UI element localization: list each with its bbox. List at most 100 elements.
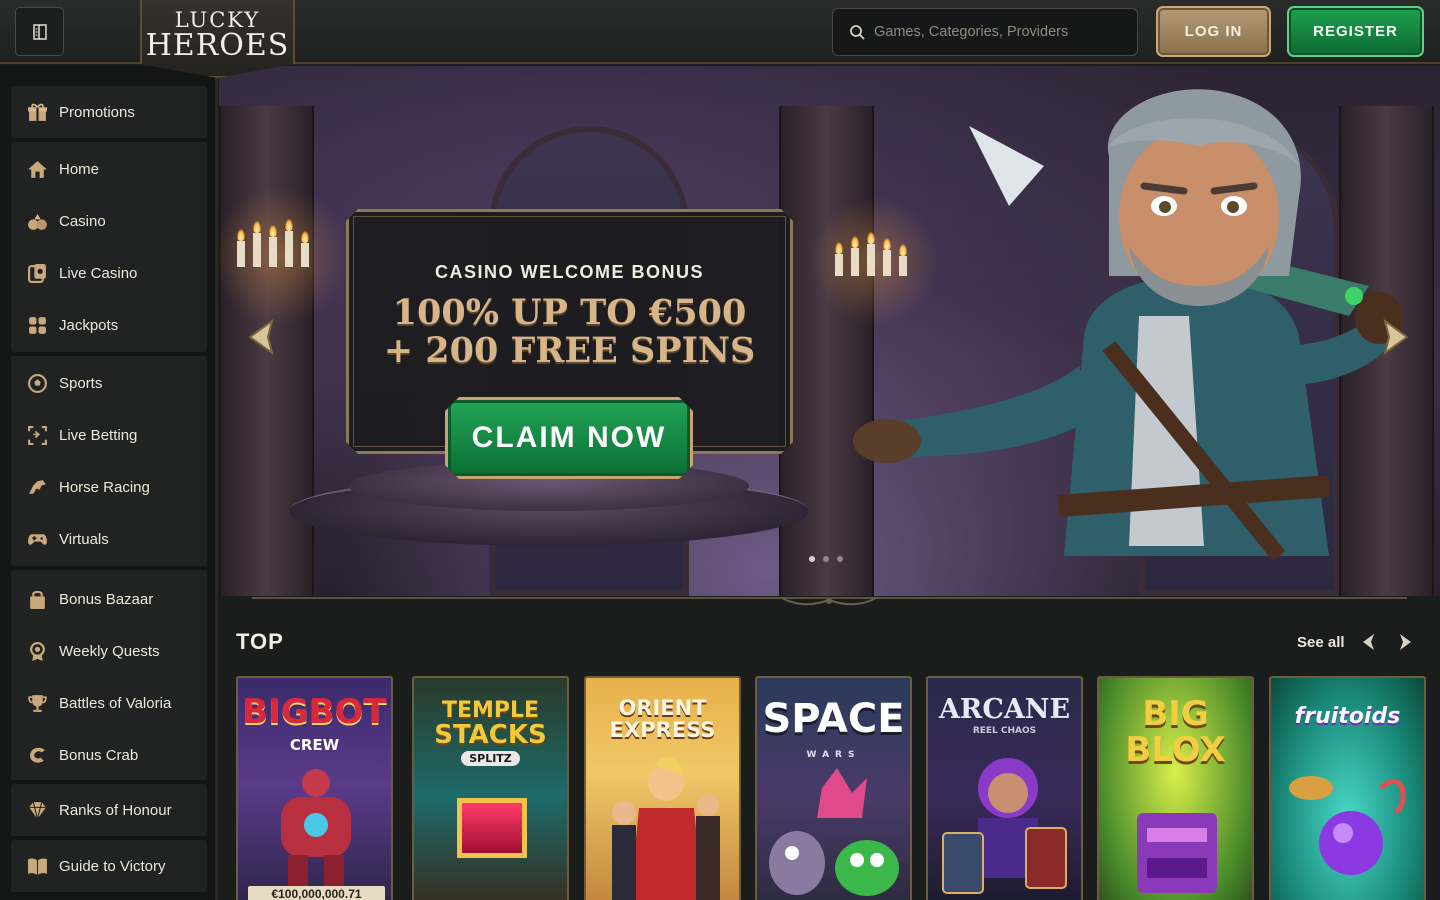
- sidebar-item-bonus-bazaar[interactable]: Bonus Bazaar: [11, 575, 207, 623]
- game-subtitle: REEL CHAOS: [972, 726, 1037, 736]
- sidebar-item-label: Live Betting: [59, 426, 138, 444]
- search-input[interactable]: [874, 24, 1114, 40]
- sidebar-item-label: Sports: [59, 374, 103, 392]
- candle: [237, 229, 245, 267]
- search-bar[interactable]: [832, 8, 1138, 56]
- badge-icon: [26, 640, 48, 662]
- sidebar-item-casino[interactable]: Casino: [11, 197, 207, 245]
- sidebar: Promotions Home Casino Live Casino Jackp…: [0, 66, 218, 900]
- game-subtitle: STACKS: [434, 720, 547, 750]
- promo-eyebrow: CASINO WELCOME BONUS: [434, 262, 704, 282]
- cards-icon: [26, 210, 48, 232]
- jackpot-icon: [26, 314, 48, 336]
- sidebar-item-label: Casino: [59, 212, 106, 230]
- game-card-big-blox[interactable]: BIG BLOX: [1097, 676, 1254, 900]
- game-title: ORIENT: [618, 696, 707, 720]
- carousel-next-button[interactable]: [1394, 631, 1416, 653]
- game-card-space-wars[interactable]: SPACE WARS: [755, 676, 912, 900]
- ruby-gem-illustration: [457, 798, 527, 858]
- sidebar-item-label: Home: [59, 160, 100, 178]
- book-icon: [26, 855, 48, 877]
- pagination-dot[interactable]: [837, 556, 843, 562]
- candle: [269, 225, 277, 267]
- sidebar-group-guide: Guide to Victory: [11, 840, 207, 892]
- pagination-dot[interactable]: [809, 556, 815, 562]
- section-title-top: TOP: [236, 629, 284, 654]
- aliens-illustration: [769, 768, 899, 896]
- game-card-fruitoids[interactable]: fruitoids: [1269, 676, 1426, 900]
- candle: [301, 231, 309, 267]
- gift-icon: [26, 101, 48, 123]
- gamepad-icon: [26, 528, 48, 550]
- ornament-divider: [252, 597, 1407, 606]
- crab-icon: [26, 744, 48, 766]
- banner-pagination: [809, 556, 843, 562]
- live-betting-icon: [26, 424, 48, 446]
- sidebar-toggle-button[interactable]: [15, 7, 64, 56]
- game-subtitle: WARS: [806, 750, 861, 760]
- banner-next-button[interactable]: [1376, 316, 1416, 358]
- sidebar-item-jackpots[interactable]: Jackpots: [11, 301, 207, 349]
- characters-illustration: [612, 757, 720, 900]
- sidebar-item-label: Virtuals: [59, 530, 109, 548]
- game-tag-label: SPLITZ: [461, 751, 520, 766]
- robot-illustration: [281, 769, 351, 893]
- sidebar-item-promotions[interactable]: Promotions: [11, 88, 207, 136]
- home-icon: [26, 158, 48, 180]
- diamond-icon: [26, 799, 48, 821]
- jackpot-amount: €100,000,000.71: [248, 886, 385, 900]
- sidebar-item-battles-of-valoria[interactable]: Battles of Valoria: [11, 679, 207, 727]
- sidebar-group-ranks: Ranks of Honour: [11, 784, 207, 836]
- sidebar-item-guide-to-victory[interactable]: Guide to Victory: [11, 842, 207, 890]
- game-title: fruitoids: [1294, 704, 1401, 729]
- game-card-arcane-reel-chaos[interactable]: ARCANE REEL CHAOS: [926, 676, 1083, 900]
- sidebar-group-casino: Home Casino Live Casino Jackpots: [11, 142, 207, 352]
- logo-line-2: HEROES: [145, 28, 290, 63]
- shopping-bag-icon: [26, 588, 48, 610]
- site-logo[interactable]: LUCKY HEROES: [140, 0, 295, 78]
- game-card-temple-stacks[interactable]: TEMPLE STACKS SPLITZ: [412, 676, 569, 900]
- game-subtitle: CREW: [289, 736, 340, 754]
- sidebar-item-label: Bonus Bazaar: [59, 590, 154, 608]
- live-casino-icon: [26, 262, 48, 284]
- sidebar-item-weekly-quests[interactable]: Weekly Quests: [11, 627, 207, 675]
- trophy-icon: [26, 692, 48, 714]
- promo-headline-1: 100% UP TO €500: [392, 292, 747, 333]
- chevron-left-icon: [1363, 634, 1374, 650]
- hero-banner[interactable]: CASINO WELCOME BONUS 100% UP TO €500 + 2…: [219, 66, 1440, 596]
- game-subtitle: BLOX: [1125, 730, 1226, 770]
- sidebar-item-label: Battles of Valoria: [59, 694, 172, 712]
- claim-now-button[interactable]: CLAIM NOW: [445, 397, 693, 479]
- tiki-block-illustration: [1137, 813, 1217, 893]
- candle: [253, 221, 261, 267]
- sidebar-item-home[interactable]: Home: [11, 145, 207, 193]
- game-title: BIG: [1142, 694, 1209, 734]
- sidebar-item-virtuals[interactable]: Virtuals: [11, 515, 207, 563]
- game-tag: SPLITZ: [414, 751, 567, 766]
- carousel-prev-button[interactable]: [1358, 631, 1380, 653]
- sidebar-item-label: Weekly Quests: [59, 642, 160, 660]
- game-title: ARCANE: [938, 694, 1071, 725]
- sidebar-group-rewards: Bonus Bazaar Weekly Quests Battles of Va…: [11, 570, 207, 780]
- sidebar-item-label: Bonus Crab: [59, 746, 139, 764]
- login-button[interactable]: LOG IN: [1156, 6, 1271, 57]
- sidebar-item-label: Jackpots: [59, 316, 119, 334]
- sidebar-item-live-casino[interactable]: Live Casino: [11, 249, 207, 297]
- sidebar-item-label: Live Casino: [59, 264, 138, 282]
- see-all-link[interactable]: See all: [1297, 634, 1345, 651]
- game-card-bigbot-crew[interactable]: BIGBOT CREW €100,000,000.71: [236, 676, 393, 900]
- soccer-ball-icon: [26, 372, 48, 394]
- sidebar-item-bonus-crab[interactable]: Bonus Crab: [11, 731, 207, 779]
- magician-illustration: [942, 758, 1067, 894]
- banner-prev-button[interactable]: [241, 316, 281, 358]
- sidebar-item-sports[interactable]: Sports: [11, 359, 207, 407]
- sidebar-item-ranks-of-honour[interactable]: Ranks of Honour: [11, 786, 207, 834]
- game-card-orient-express[interactable]: ORIENT EXPRESS: [584, 676, 741, 900]
- register-button[interactable]: REGISTER: [1287, 6, 1424, 57]
- pagination-dot[interactable]: [823, 556, 829, 562]
- game-title: SPACE: [762, 696, 905, 742]
- sidebar-item-horse-racing[interactable]: Horse Racing: [11, 463, 207, 511]
- sidebar-item-live-betting[interactable]: Live Betting: [11, 411, 207, 459]
- sidebar-item-label: Horse Racing: [59, 478, 150, 496]
- candles-left: [237, 219, 309, 267]
